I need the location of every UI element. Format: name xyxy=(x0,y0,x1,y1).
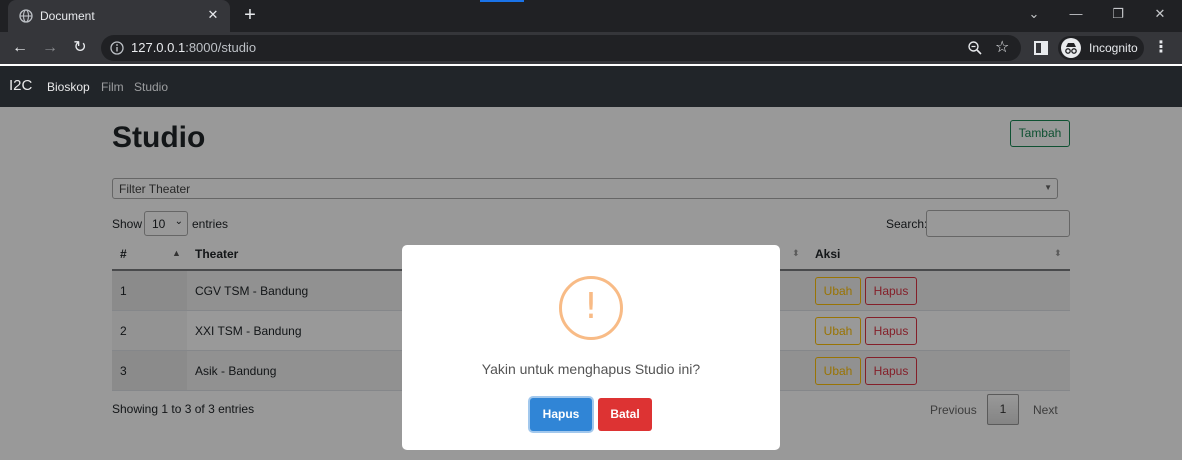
confirm-delete-button[interactable]: Hapus xyxy=(530,398,592,431)
reload-icon[interactable]: ↻ xyxy=(69,37,91,59)
confirm-delete-dialog: ! Yakin untuk menghapus Studio ini? Hapu… xyxy=(402,245,780,450)
nav-link-film[interactable]: Film xyxy=(101,80,124,94)
dialog-message: Yakin untuk menghapus Studio ini? xyxy=(481,361,701,377)
info-icon[interactable] xyxy=(110,41,124,55)
site-navbar: I2C Bioskop Film Studio xyxy=(0,66,1182,107)
nav-link-studio[interactable]: Studio xyxy=(134,80,168,94)
tab-title: Document xyxy=(40,9,95,23)
minimize-button[interactable]: — xyxy=(1064,4,1088,24)
cancel-button[interactable]: Batal xyxy=(598,398,652,431)
nav-link-bioskop[interactable]: Bioskop xyxy=(47,80,90,94)
navbar-brand[interactable]: I2C xyxy=(9,77,32,94)
browser-tab[interactable]: Document ✕ xyxy=(8,0,230,32)
warning-exclamation: ! xyxy=(583,286,599,327)
side-panel-icon[interactable] xyxy=(1034,41,1048,55)
back-icon[interactable]: ← xyxy=(9,37,31,59)
incognito-icon xyxy=(1061,38,1081,58)
url-text[interactable]: 127.0.0.1:8000/studio xyxy=(131,40,256,55)
globe-icon xyxy=(19,9,33,23)
tab-accent xyxy=(480,0,524,2)
browser-titlebar: Document ✕ + ⌄ — ❐ ✕ xyxy=(0,0,1182,32)
browser-menu-icon[interactable]: ⋮ xyxy=(1152,38,1170,58)
close-window-button[interactable]: ✕ xyxy=(1148,4,1172,24)
new-tab-button[interactable]: + xyxy=(240,5,260,25)
forward-icon[interactable]: → xyxy=(39,37,61,59)
tab-close-icon[interactable]: ✕ xyxy=(204,6,222,24)
incognito-label: Incognito xyxy=(1089,41,1138,55)
browser-toolbar: ← → ↻ 127.0.0.1:8000/studio ☆ Incognito … xyxy=(0,32,1182,64)
address-bar[interactable]: 127.0.0.1:8000/studio ☆ xyxy=(101,35,1021,61)
zoom-icon[interactable] xyxy=(967,40,983,56)
restore-button[interactable]: ❐ xyxy=(1106,4,1130,24)
incognito-badge[interactable]: Incognito xyxy=(1058,36,1144,60)
bookmark-star-icon[interactable]: ☆ xyxy=(995,37,1009,57)
warning-icon: ! xyxy=(559,276,623,340)
tab-search-icon[interactable]: ⌄ xyxy=(1022,4,1046,24)
